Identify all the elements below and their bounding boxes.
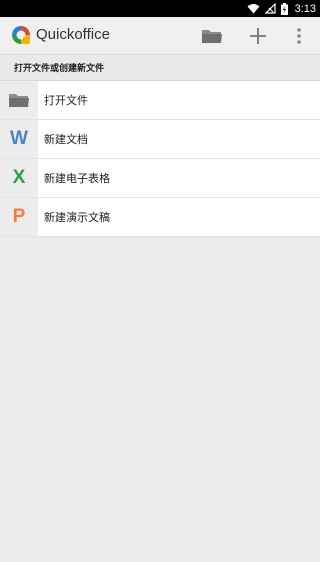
file-action-list: 打开文件 W 新建文档 X 新建电子表格 P 新建演示文稿	[0, 81, 320, 237]
new-spreadsheet-item[interactable]: X 新建电子表格	[0, 159, 320, 198]
status-time: 3:13	[294, 2, 316, 15]
new-presentation-label: 新建演示文稿	[44, 211, 110, 224]
wifi-icon	[247, 4, 260, 14]
quickoffice-logo-icon	[12, 26, 30, 44]
open-file-item[interactable]: 打开文件	[0, 81, 320, 120]
new-document-label: 新建文档	[44, 133, 88, 146]
section-title: 打开文件或创建新文件	[14, 64, 105, 74]
icon-cell	[0, 81, 38, 119]
open-folder-button[interactable]	[199, 22, 225, 49]
new-spreadsheet-label: 新建电子表格	[44, 172, 110, 185]
word-document-icon: W	[10, 128, 28, 149]
add-button[interactable]	[245, 22, 271, 49]
open-file-label: 打开文件	[44, 94, 88, 107]
no-signal-icon	[264, 3, 276, 14]
icon-cell: W	[0, 120, 38, 158]
more-vertical-icon	[297, 27, 301, 44]
new-presentation-item[interactable]: P 新建演示文稿	[0, 198, 320, 237]
powerpoint-presentation-icon: P	[12, 206, 26, 227]
app-bar: Quickoffice	[0, 17, 320, 54]
folder-icon	[202, 29, 222, 43]
app-title: Quickoffice	[36, 26, 110, 43]
plus-icon	[250, 27, 266, 44]
icon-cell: X	[0, 159, 38, 197]
overflow-menu-button[interactable]	[290, 22, 308, 49]
status-bar: 3:13	[0, 0, 320, 17]
status-icons: 3:13	[247, 0, 316, 17]
battery-charging-icon	[280, 2, 288, 15]
folder-icon	[9, 94, 29, 107]
new-document-item[interactable]: W 新建文档	[0, 120, 320, 159]
icon-cell: P	[0, 198, 38, 236]
section-header: 打开文件或创建新文件	[0, 54, 320, 81]
excel-spreadsheet-icon: X	[12, 167, 26, 188]
